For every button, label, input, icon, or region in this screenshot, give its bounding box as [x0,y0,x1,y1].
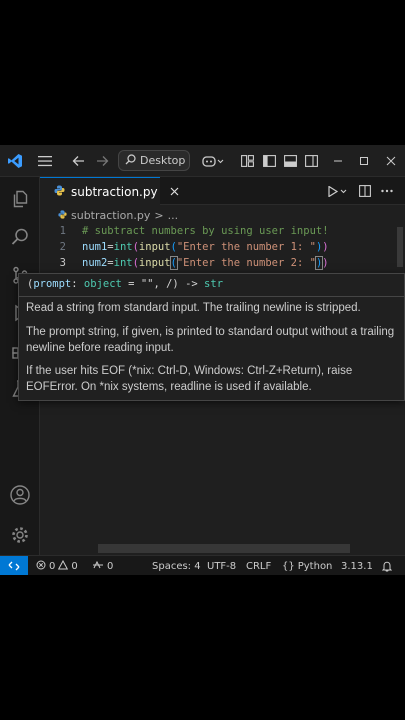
forward-arrow-icon[interactable] [92,149,112,173]
settings-gear-icon[interactable] [0,517,40,553]
function-signature: (prompt: object = "", /) -> str [27,278,223,290]
editor-tabs: subtraction.py [40,177,405,205]
sig-type: object [83,278,122,290]
language-indicator[interactable]: {} Python [282,556,332,575]
account-icon[interactable] [0,477,40,513]
interpreter-version[interactable]: 3.13.1 [341,556,373,575]
search-label: Desktop [140,154,186,167]
title-bar: Desktop [0,145,405,177]
explorer-icon[interactable] [0,181,40,217]
code-builtin: int [113,257,133,269]
code-paren: ) [322,241,329,253]
toggle-primary-sidebar-icon[interactable] [260,149,278,173]
code-string: "Enter the number 2: " [176,257,316,269]
code-function: input [138,241,171,253]
horizontal-scrollbar[interactable] [98,544,350,553]
search-icon [125,153,136,168]
code-builtin: int [113,241,133,253]
breadcrumb[interactable]: subtraction.py > ... [58,207,178,223]
code-comment: # subtract numbers by using user input! [82,225,329,237]
python-file-icon [54,185,65,199]
customize-layout-icon[interactable] [238,149,256,173]
code-line: 1 # subtract numbers by using user input… [40,223,405,239]
language-braces-icon: {} [282,560,295,572]
search-sidebar-icon[interactable] [0,219,40,255]
doc-paragraph: Read a string from standard input. The t… [26,302,361,314]
breadcrumb-python-icon [58,209,67,222]
breadcrumb-more[interactable]: ... [168,209,179,222]
language-name: Python [297,560,333,572]
command-center-search[interactable]: Desktop [118,150,190,171]
copilot-icon[interactable] [198,149,228,173]
ports-indicator[interactable]: 0 [92,556,113,575]
error-icon [36,560,46,573]
hover-divider [19,296,404,297]
doc-paragraph: The prompt string, if given, is printed … [26,326,395,354]
code-line: 2 num1=int(input("Enter the number 1: ")… [40,239,405,255]
code-variable: num1 [82,241,108,253]
code-function: input [138,257,171,269]
tab-close-icon[interactable] [170,185,179,199]
breadcrumb-separator: > [154,208,164,222]
warning-count: 0 [71,560,78,572]
sig-default: = "", /) -> [121,278,205,290]
code-variable: num2 [82,257,108,269]
sig-parameter: prompt [33,278,72,290]
tab-subtraction-py[interactable]: subtraction.py [40,177,179,205]
code-text: num2=int(input("Enter the number 2: ")) [82,256,329,270]
line-number: 3 [59,257,66,269]
more-actions-icon[interactable] [378,179,396,203]
split-editor-icon[interactable] [356,179,374,203]
bell-icon[interactable] [382,556,392,575]
code-paren: ) [322,257,329,269]
status-bar: 0 0 0 Spaces: 4 UTF-8 CRLF {} Python 3.1… [0,555,405,575]
doc-paragraph: If the user hits EOF (*nix: Ctrl-D, Wind… [26,365,353,393]
warning-icon [58,559,69,573]
run-icon[interactable] [324,179,352,203]
sig-return-type: str [204,278,224,290]
problems-indicator[interactable]: 0 0 [36,556,78,575]
hover-tooltip: (prompt: object = "", /) -> str Read a s… [18,273,405,401]
breadcrumb-file[interactable]: subtraction.py [71,209,150,222]
indentation-indicator[interactable]: Spaces: 4 [152,556,201,575]
ports-count: 0 [107,560,114,572]
ports-icon [92,560,104,573]
code-line-current: 3 num2=int(input("Enter the number 2: ")… [40,255,405,271]
close-icon[interactable] [383,149,399,173]
encoding-indicator[interactable]: UTF-8 [207,556,236,575]
toggle-secondary-sidebar-icon[interactable] [302,149,320,173]
remote-icon[interactable] [0,556,28,575]
minimize-icon[interactable] [330,149,346,173]
menu-icon[interactable] [34,149,56,173]
vscode-logo-icon [4,149,26,173]
back-arrow-icon[interactable] [68,149,88,173]
error-count: 0 [49,560,56,572]
tab-filename: subtraction.py [71,184,158,199]
code-text: num1=int(input("Enter the number 1: ")) [82,241,329,253]
toggle-panel-icon[interactable] [281,149,299,173]
sig-colon: : [71,278,84,290]
vscode-window: Desktop subtraction.py subtraction.py > … [0,145,405,575]
eol-indicator[interactable]: CRLF [246,556,271,575]
line-number: 2 [59,241,66,253]
line-number: 1 [59,225,66,237]
vertical-scrollbar[interactable] [397,227,403,267]
maximize-icon[interactable] [356,149,372,173]
code-string: "Enter the number 1: " [176,241,316,253]
